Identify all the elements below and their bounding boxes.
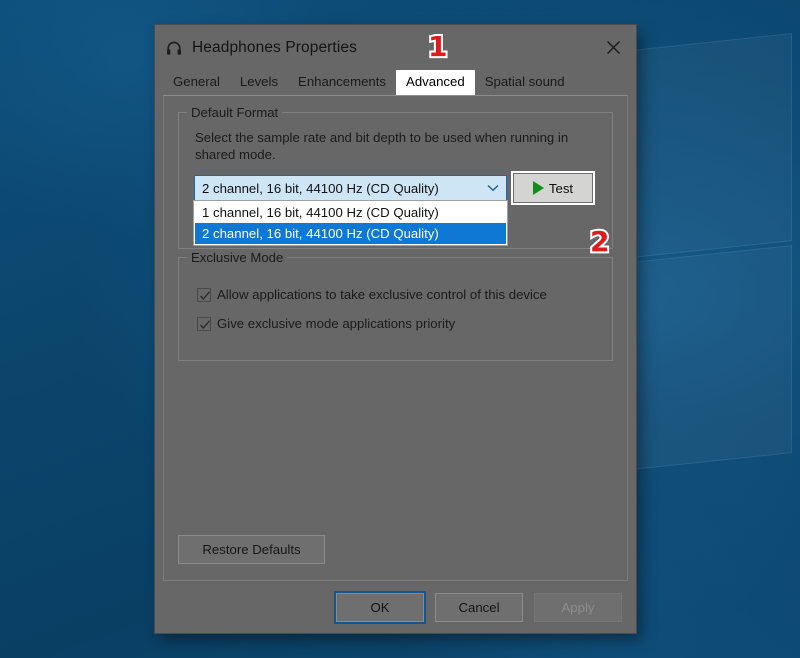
- dialog-footer: OK Cancel Apply: [155, 581, 636, 633]
- tab-advanced[interactable]: Advanced: [396, 70, 475, 95]
- cancel-button-label: Cancel: [458, 600, 499, 615]
- play-icon: [533, 181, 544, 195]
- windows-logo-pane: [612, 33, 792, 260]
- default-format-combobox[interactable]: 2 channel, 16 bit, 44100 Hz (CD Quality): [194, 175, 507, 201]
- dialog-titlebar: Headphones Properties: [155, 25, 636, 70]
- tab-strip: General Levels Enhancements Advanced Spa…: [155, 70, 636, 95]
- cancel-button[interactable]: Cancel: [435, 593, 523, 622]
- exclusive-mode-group: Exclusive Mode Allow applications to tak…: [178, 257, 613, 361]
- headphones-properties-dialog: Headphones Properties General Levels Enh…: [155, 25, 636, 633]
- checkbox-allow-exclusive-control-label: Allow applications to take exclusive con…: [217, 287, 547, 302]
- restore-defaults-label: Restore Defaults: [202, 542, 300, 557]
- dropdown-option-2[interactable]: 2 channel, 16 bit, 44100 Hz (CD Quality): [195, 223, 506, 244]
- apply-button: Apply: [534, 593, 622, 622]
- checkbox-allow-exclusive-control[interactable]: Allow applications to take exclusive con…: [197, 287, 547, 302]
- ok-button-label: OK: [370, 600, 389, 615]
- ok-button[interactable]: OK: [336, 593, 424, 622]
- tab-enhancements[interactable]: Enhancements: [288, 70, 396, 95]
- exclusive-mode-group-title: Exclusive Mode: [187, 250, 287, 265]
- advanced-tab-panel: Default Format Select the sample rate an…: [163, 95, 628, 581]
- tab-spatial-sound[interactable]: Spatial sound: [475, 70, 575, 95]
- chevron-down-icon[interactable]: [480, 184, 506, 192]
- default-format-group-title: Default Format: [187, 105, 282, 120]
- dialog-title: Headphones Properties: [192, 39, 357, 57]
- test-button[interactable]: Test: [513, 173, 593, 203]
- checkbox-checked-icon: [197, 288, 211, 302]
- default-format-group: Default Format Select the sample rate an…: [178, 112, 613, 249]
- apply-button-label: Apply: [562, 600, 595, 615]
- checkbox-give-priority-label: Give exclusive mode applications priorit…: [217, 316, 455, 331]
- close-icon[interactable]: [591, 25, 636, 70]
- windows-logo-pane: [612, 245, 792, 472]
- default-format-combobox-value: 2 channel, 16 bit, 44100 Hz (CD Quality): [195, 181, 480, 196]
- restore-defaults-button[interactable]: Restore Defaults: [178, 535, 325, 564]
- checkbox-give-priority[interactable]: Give exclusive mode applications priorit…: [197, 316, 455, 331]
- checkbox-checked-icon: [197, 317, 211, 331]
- default-format-dropdown-list[interactable]: 1 channel, 16 bit, 44100 Hz (CD Quality)…: [194, 201, 507, 245]
- test-button-label: Test: [549, 181, 573, 196]
- tab-general[interactable]: General: [163, 70, 230, 95]
- default-format-description: Select the sample rate and bit depth to …: [195, 129, 598, 163]
- headphones-icon: [165, 39, 183, 57]
- tab-levels[interactable]: Levels: [230, 70, 288, 95]
- dropdown-option-1[interactable]: 1 channel, 16 bit, 44100 Hz (CD Quality): [195, 202, 506, 223]
